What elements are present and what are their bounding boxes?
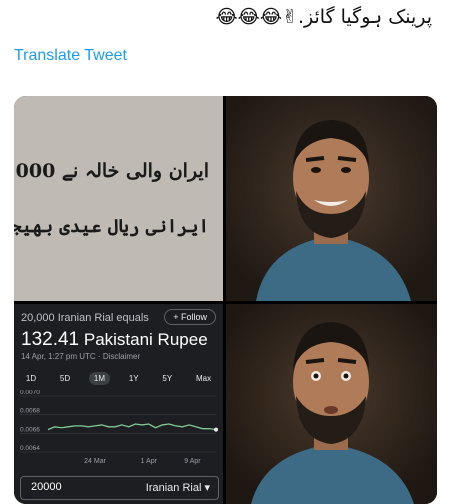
currency-converter-card[interactable]: 20,000 Iranian Rial equals + Follow 132.… [14, 304, 223, 504]
meme-urdu-line-2: ایرانی ریال عیدی بھیجی ہے [14, 216, 209, 237]
translate-tweet-link[interactable]: Translate Tweet [14, 47, 127, 65]
range-tab-1m[interactable]: 1M [88, 372, 111, 385]
follow-button[interactable]: + Follow [164, 309, 216, 325]
chart-y-tick-label: 0.0070 [20, 390, 40, 396]
chart-last-point [214, 427, 218, 432]
tweet-text: پرینک ہوگیا گائز.✌😂😂😂 [215, 6, 432, 28]
rate-timestamp: 14 Apr, 1:27 pm UTC · Disclaimer [21, 352, 141, 361]
smiling-man-photo[interactable] [226, 96, 437, 301]
converted-amount: 132.41 [21, 329, 80, 350]
tweet-media-grid[interactable]: ایران والی خالہ نے 20,000 ایرانی ریال عی… [14, 96, 437, 504]
exchange-rate-chart: 0.0070 0.0068 0.0066 0.0064 24 Mar 1 Apr 9 Apr [20, 390, 218, 465]
chart-x-tick-label: 9 Apr [184, 458, 201, 465]
amount-input[interactable]: 20000 [31, 481, 62, 493]
smiling-man-illustration [226, 96, 437, 301]
range-tab-max[interactable]: Max [191, 372, 216, 385]
chart-y-tick-label: 0.0066 [20, 426, 40, 433]
meme-text-image[interactable]: ایران والی خالہ نے 20,000 ایرانی ریال عی… [14, 96, 223, 301]
chart-series-line [47, 423, 217, 431]
range-tab-1y[interactable]: 1Y [124, 372, 144, 385]
range-tab-5d[interactable]: 5D [55, 372, 75, 385]
chart-y-tick-label: 0.0068 [20, 408, 40, 415]
converted-currency: Pakistani Rupee [83, 330, 208, 349]
chart-x-tick-label: 24 Mar [84, 458, 106, 465]
range-tab-1d[interactable]: 1D [21, 372, 41, 385]
range-tab-5y[interactable]: 5Y [157, 372, 177, 385]
shocked-man-photo[interactable] [226, 304, 437, 504]
converted-value: 132.41 Pakistani Rupee [21, 329, 208, 351]
meme-urdu-line-1: ایران والی خالہ نے 20,000 [14, 160, 209, 182]
conversion-equals-text: 20,000 Iranian Rial equals [21, 312, 149, 324]
chart-x-tick-label: 1 Apr [141, 458, 158, 465]
chart-y-tick-label: 0.0064 [20, 445, 40, 452]
amount-input-row[interactable]: 20000 Iranian Rial ▾ [20, 476, 219, 500]
currency-select[interactable]: Iranian Rial ▾ [146, 481, 210, 494]
shocked-man-illustration [226, 304, 437, 504]
time-range-tabs: 1D 5D 1M 1Y 5Y Max [14, 372, 223, 385]
